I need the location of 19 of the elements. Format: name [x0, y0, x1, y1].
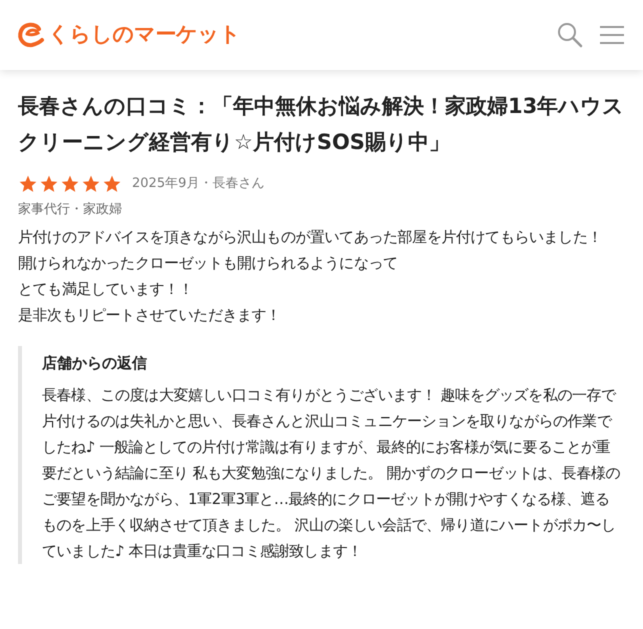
logo-text: くらしのマーケット — [48, 21, 240, 48]
review-text: 是非次もリピートさせていただきます！ — [18, 304, 282, 326]
logo-icon — [16, 21, 46, 49]
reply-heading: 店舗からの返信 — [42, 352, 148, 374]
search-icon[interactable] — [557, 22, 583, 48]
star-icon — [18, 174, 38, 194]
review-text: 片付けのアドバイスを頂きながら沢山ものが置いてあった部屋を片付けてもらいました！ — [18, 226, 604, 248]
menu-icon[interactable] — [599, 25, 625, 45]
review-title: 長春さんの口コミ：「年中無休お悩み解決！家政婦13年ハウスクリーニング経営有り☆片付けSOS賜り中」 — [18, 93, 625, 156]
review-meta: 2025年9月・長春さん — [132, 175, 264, 194]
star-icon — [81, 174, 101, 194]
review-text: 開けられなかったクローゼットも開けられるようになって — [18, 252, 399, 274]
star-icon — [39, 174, 59, 194]
review-text: とても満足しています！！ — [18, 278, 194, 300]
star-icon — [60, 174, 80, 194]
site-logo[interactable]: くらしのマーケット — [16, 19, 240, 51]
star-icon — [102, 174, 122, 194]
reply-text: 長春様、この度は大変嬉しい口コミ有りがとうございます！ 趣味をグッズを私の一存で片付けるのは失礼かと思い、長春さんと沢山コミュニケーションを取りながらの作業でしたね♪ 一般論としての片付け常識は有りますが、最終的にお客様が気に要ることが重要だという結論に至り 私も大変勉強になりました。 開かずのクローゼットは、長春様のご要望を聞かながら、1軍2軍3軍と…最終的にクローゼットが開けやすくなる様、遮るものを上手く収納させて頂きました。 沢山の楽しい会話で、帰り道にハートがポカ〜していました♪ 本日は貴重な口コミ感謝致します！ — [42, 384, 622, 562]
category-label: 家事代行・家政婦 — [18, 201, 123, 219]
